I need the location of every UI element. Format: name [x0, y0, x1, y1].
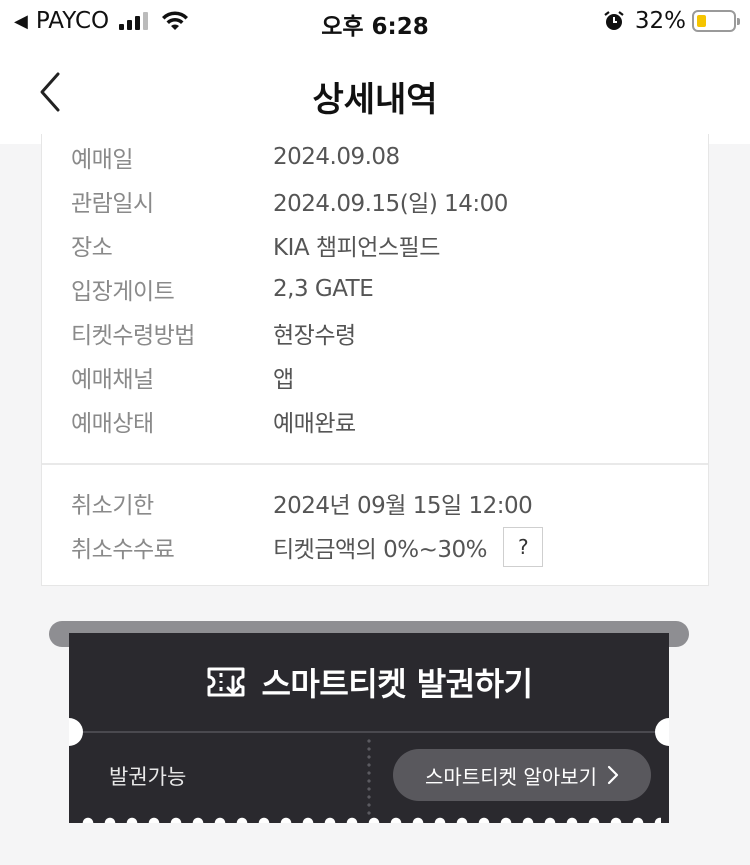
page-header: 상세내역: [0, 42, 750, 144]
cancel-fee-label: 취소수수료: [71, 537, 175, 563]
detail-value: 예매완료: [273, 411, 356, 437]
detail-label: 예매채널: [71, 367, 154, 393]
cancel-fee-row: 취소수수료 티켓금액의 0%~30% ?: [71, 527, 543, 567]
detail-row: 장소 KIA 챔피언스필드: [71, 230, 440, 261]
booking-detail-card: 예매일 2024.09.08 관람일시 2024.09.15(일) 14:00 …: [41, 134, 709, 586]
page-title: 상세내역: [312, 80, 438, 120]
section-divider: [42, 463, 708, 465]
detail-label: 예매일: [71, 147, 133, 173]
ticket-download-icon: [207, 667, 245, 697]
detail-label: 장소: [71, 235, 113, 261]
cancel-deadline-label: 취소기한: [71, 493, 154, 519]
cancel-fee-value: 티켓금액의 0%~30%: [273, 537, 488, 563]
detail-row: 예매일 2024.09.08: [71, 142, 400, 173]
cancel-deadline-row: 취소기한 2024년 09월 15일 12:00: [71, 488, 533, 519]
detail-label: 예매상태: [71, 411, 154, 437]
smart-ticket: 스마트티켓 발권하기 발권가능 스마트티켓 알아보기: [69, 633, 669, 823]
learn-smart-ticket-button[interactable]: 스마트티켓 알아보기: [393, 749, 651, 801]
detail-row: 관람일시 2024.09.15(일) 14:00: [71, 186, 508, 217]
battery-percent: 32%: [634, 8, 686, 34]
detail-label: 관람일시: [71, 191, 154, 217]
issue-smart-ticket-label: 스마트티켓 발권하기: [261, 665, 533, 703]
chevron-right-icon: [607, 765, 619, 785]
detail-row: 예매채널 앱: [71, 362, 294, 393]
alarm-icon: [604, 11, 624, 30]
detail-label: 티켓수령방법: [71, 323, 195, 349]
detail-row: 입장게이트 2,3 GATE: [71, 274, 374, 305]
cancel-deadline-value: 2024년 09월 15일 12:00: [273, 493, 533, 519]
learn-smart-ticket-label: 스마트티켓 알아보기: [425, 764, 597, 789]
detail-value: 2,3 GATE: [273, 276, 374, 302]
issue-status: 발권가능: [109, 765, 187, 789]
issue-smart-ticket-button[interactable]: 스마트티켓 발권하기: [69, 633, 669, 731]
detail-row: 예매상태 예매완료: [71, 406, 356, 437]
status-bar: ◀ PAYCO 오후 6:28 32%: [0, 0, 750, 42]
detail-value: 현장수령: [273, 323, 356, 349]
ticket-perforated-edge: [77, 817, 661, 823]
battery-icon: [692, 10, 740, 32]
ticket-divider: [83, 731, 655, 733]
detail-label: 입장게이트: [71, 279, 175, 305]
detail-value: 2024.09.08: [273, 144, 400, 170]
detail-value: 앱: [273, 367, 294, 393]
detail-row: 티켓수령방법 현장수령: [71, 318, 356, 349]
perforation-line: [367, 737, 371, 815]
detail-value: 2024.09.15(일) 14:00: [273, 191, 508, 217]
fee-help-button[interactable]: ?: [503, 527, 543, 567]
detail-value: KIA 챔피언스필드: [273, 235, 440, 261]
